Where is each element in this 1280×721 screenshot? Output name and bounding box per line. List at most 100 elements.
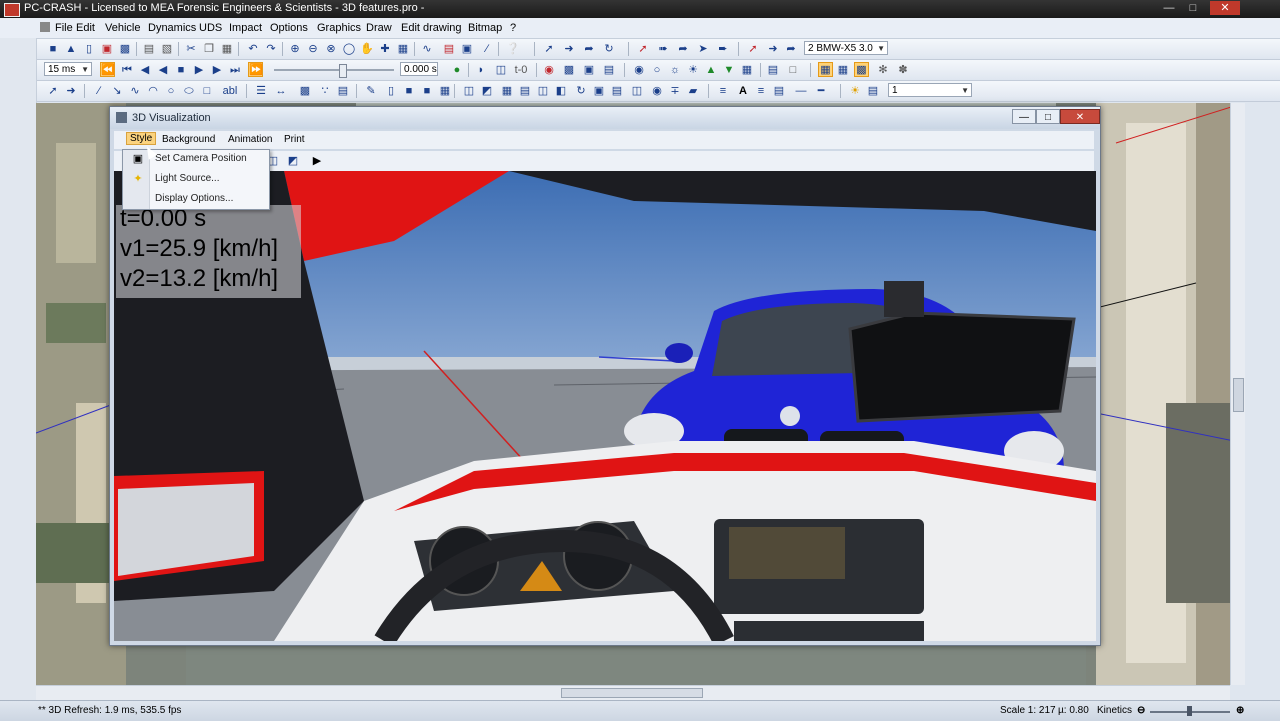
arc-icon[interactable]: ◠ — [146, 84, 160, 98]
time-value-field[interactable]: 0.000 s — [400, 62, 438, 76]
folder-icon[interactable]: ▯ — [384, 84, 398, 98]
pointer-multi-icon[interactable]: ➜ — [64, 84, 78, 98]
time-slider-thumb[interactable] — [339, 64, 347, 78]
fill-icon[interactable]: ▦ — [438, 84, 452, 98]
menu-uds[interactable]: UDS — [199, 22, 222, 34]
crossing-icon[interactable]: ▤ — [336, 84, 350, 98]
options-icon[interactable]: □ — [786, 63, 800, 77]
ruler-icon[interactable]: ∕ — [480, 42, 494, 56]
win-maximize-button[interactable]: □ — [1036, 109, 1060, 124]
bulb-icon[interactable]: ☀ — [848, 84, 862, 98]
close-button[interactable]: ✕ — [1210, 1, 1240, 15]
align-icon[interactable]: ▦ — [500, 84, 514, 98]
print-icon[interactable]: ▧ — [160, 42, 174, 56]
cam-rotate-icon[interactable]: ◩ — [286, 154, 300, 168]
font-icon[interactable]: A — [736, 84, 750, 98]
back-icon[interactable]: ◀ — [138, 63, 152, 77]
align2-icon[interactable]: ▤ — [518, 84, 532, 98]
ellipse-icon[interactable]: ⬭ — [182, 84, 196, 98]
select-arrow-icon[interactable]: ➚ — [542, 42, 556, 56]
camera-3d-icon[interactable]: ▣ — [460, 42, 474, 56]
curve-icon[interactable]: ∿ — [128, 84, 142, 98]
vehicle-green2-icon[interactable]: ▼ — [722, 63, 736, 77]
vehicle-info-icon[interactable]: ▦ — [740, 63, 754, 77]
help-icon[interactable]: ❔ — [506, 42, 520, 56]
vehicle-db-icon[interactable]: ▣ — [100, 42, 114, 56]
win-minimize-button[interactable]: — — [1012, 109, 1036, 124]
bitmap-icon[interactable]: ▩ — [854, 62, 869, 77]
ungroup-icon[interactable]: ◩ — [480, 84, 494, 98]
line-style-icon[interactable]: ≡ — [716, 84, 730, 98]
measure-icon[interactable]: ∓ — [668, 84, 682, 98]
table-icon[interactable]: ▤ — [442, 42, 456, 56]
horizontal-scroll-thumb[interactable] — [561, 688, 703, 698]
save-icon[interactable]: ■ — [46, 42, 60, 56]
zoom-window-icon[interactable]: ⊗ — [324, 42, 338, 56]
zoom-out-icon[interactable]: ⊖ — [306, 42, 320, 56]
wheel-icon[interactable]: ○ — [650, 63, 664, 77]
print-icon-2[interactable]: ▤ — [866, 84, 880, 98]
zoom-in-icon[interactable]: ⊕ — [288, 42, 302, 56]
group-icon[interactable]: ◫ — [462, 84, 476, 98]
menu-item-light-source[interactable]: ✦ Light Source... — [123, 170, 269, 189]
play-back-icon[interactable]: ◀ — [156, 63, 170, 77]
order-icon[interactable]: ◫ — [630, 84, 644, 98]
eraser-icon[interactable]: ▰ — [686, 84, 700, 98]
tyre-icon[interactable]: ◉ — [632, 63, 646, 77]
vehicle-pos-icon[interactable]: ➤ — [696, 42, 710, 56]
mirror-icon[interactable]: ◧ — [554, 84, 568, 98]
open-folder-icon[interactable]: ▯ — [82, 42, 96, 56]
menu-bitmap[interactable]: Bitmap — [468, 22, 502, 34]
marking-icon[interactable]: ∵ — [318, 84, 332, 98]
save-as-icon[interactable]: ▩ — [118, 42, 132, 56]
kinetics-icon[interactable]: ☼ — [668, 63, 682, 77]
road-icon[interactable]: ▩ — [298, 84, 312, 98]
paste-icon[interactable]: ▦ — [220, 42, 234, 56]
vertical-scrollbar[interactable] — [1230, 103, 1245, 685]
dxf-icon[interactable]: ▦ — [836, 63, 850, 77]
vehicle-green-icon[interactable]: ▲ — [704, 63, 718, 77]
vehicle-path-icon[interactable]: ➠ — [656, 42, 670, 56]
cut-icon[interactable]: ✂ — [184, 42, 198, 56]
rotate-select-icon[interactable]: ↻ — [602, 42, 616, 56]
report-icon[interactable]: ▤ — [766, 63, 780, 77]
menu-graphics[interactable]: Graphics — [317, 22, 361, 34]
pan-icon[interactable]: ✋ — [360, 42, 374, 56]
menu-print[interactable]: Print — [284, 134, 305, 145]
back-icon-draw[interactable]: ▤ — [610, 84, 624, 98]
menu-impact[interactable]: Impact — [229, 22, 262, 34]
menu-vehicle[interactable]: Vehicle — [105, 22, 140, 34]
play-icon[interactable]: ▶ — [192, 63, 206, 77]
rectangle-icon[interactable]: □ — [200, 84, 214, 98]
paint-icon[interactable]: ■ — [420, 84, 434, 98]
step-back-icon[interactable]: ⏮ — [120, 63, 134, 77]
menu-help[interactable]: ? — [510, 22, 516, 34]
rewind-start-icon[interactable]: ⏪ — [100, 62, 115, 77]
minimize-button[interactable]: — — [1158, 1, 1180, 15]
vehicle-select[interactable]: 2 BMW-X5 3.0 ▼ — [804, 41, 888, 55]
zoom-all-icon[interactable]: ◯ — [342, 42, 356, 56]
circle-icon[interactable]: ○ — [164, 84, 178, 98]
polyline-icon[interactable]: ↘ — [110, 84, 124, 98]
menu-draw[interactable]: Draw — [366, 22, 392, 34]
dimension-icon[interactable]: ↔ — [274, 84, 288, 98]
t0-button[interactable]: t-0 — [512, 63, 530, 77]
mode-status[interactable]: Kinetics — [1097, 705, 1132, 716]
collision-icon[interactable]: ▩ — [562, 63, 576, 77]
impact-rotate-icon[interactable]: ➦ — [784, 42, 798, 56]
stiffness-icon[interactable]: ▣ — [582, 63, 596, 77]
front-icon[interactable]: ▣ — [592, 84, 606, 98]
line-tool-icon[interactable]: ∕ — [92, 84, 106, 98]
menu-style[interactable]: Style — [126, 132, 157, 145]
redo-icon[interactable]: ↷ — [264, 42, 278, 56]
impact-data-icon[interactable]: ▤ — [602, 63, 616, 77]
vehicle-impact-icon[interactable]: ➨ — [716, 42, 730, 56]
note-icon[interactable]: ✎ — [364, 84, 378, 98]
path-icon[interactable]: ∿ — [420, 42, 434, 56]
effects2-icon[interactable]: ✽ — [896, 63, 910, 77]
menu-item-display-options[interactable]: Display Options... — [123, 190, 269, 209]
snap-icon[interactable]: ◉ — [650, 84, 664, 98]
vertical-scroll-thumb[interactable] — [1233, 378, 1244, 412]
impact-pos-icon[interactable]: ➜ — [766, 42, 780, 56]
time-slider-track[interactable] — [274, 69, 394, 71]
